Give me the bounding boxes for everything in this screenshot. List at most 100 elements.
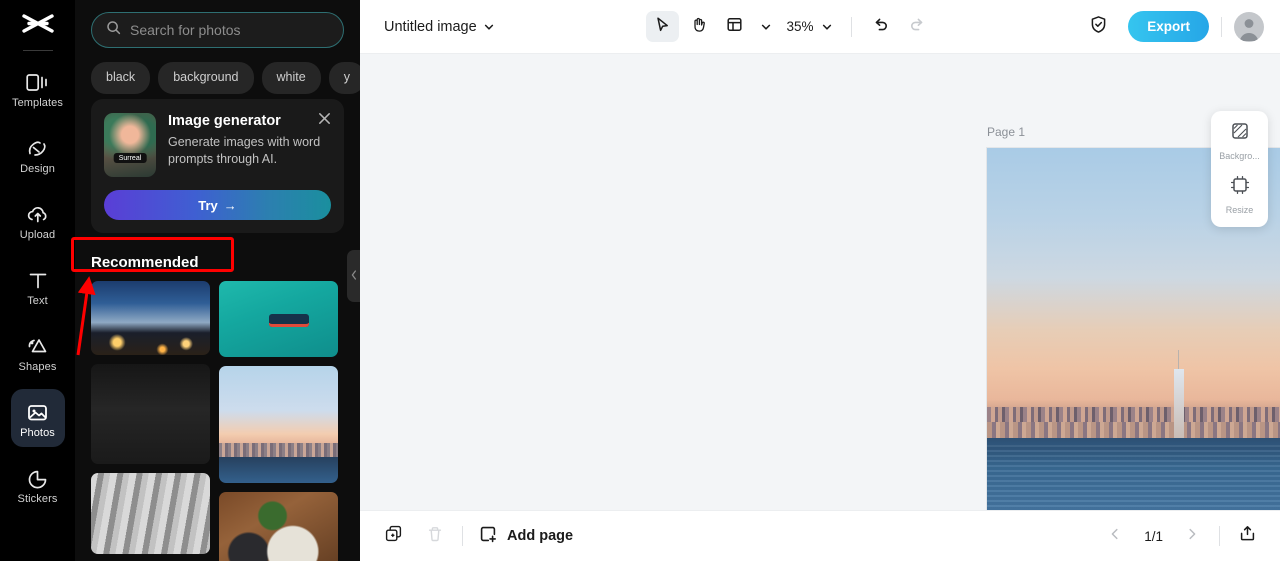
photo-thumbnail[interactable]: [91, 364, 210, 464]
select-tool-button[interactable]: [646, 11, 680, 42]
photos-panel: black background white y Surreal Image g…: [75, 0, 360, 561]
bottom-divider: [462, 526, 463, 546]
hand-icon: [690, 16, 707, 38]
toolbar-divider: [851, 16, 853, 37]
undo-button[interactable]: [864, 11, 897, 42]
stickers-icon: [26, 464, 49, 489]
photo-thumbnail[interactable]: [219, 281, 338, 357]
photo-thumbnail[interactable]: [91, 473, 210, 554]
square-plus-icon: [479, 525, 498, 548]
privacy-shield-button[interactable]: [1082, 11, 1115, 42]
sidebar-item-stickers[interactable]: Stickers: [11, 455, 65, 513]
undo-icon: [872, 15, 890, 38]
tag-chip-list[interactable]: black background white y: [75, 48, 360, 94]
background-button[interactable]: Backgro...: [1211, 121, 1268, 161]
page-indicator: 1/1: [1144, 528, 1163, 544]
resize-button[interactable]: Resize: [1211, 175, 1268, 215]
templates-icon: [26, 68, 49, 93]
chevron-right-icon: [1185, 527, 1199, 546]
document-title[interactable]: Untitled image: [384, 19, 477, 35]
search-input[interactable]: [130, 22, 329, 38]
share-button[interactable]: [1232, 521, 1262, 551]
text-icon: [27, 266, 49, 291]
shield-check-icon: [1089, 15, 1108, 39]
sidebar-item-label: Templates: [11, 96, 64, 109]
freedom-tower: [1173, 349, 1184, 438]
card-title: Image generator: [168, 113, 281, 129]
sidebar-item-label: Shapes: [18, 360, 57, 373]
zoom-chevron-down-icon[interactable]: [815, 17, 839, 37]
search-container: [75, 0, 360, 48]
tag-chip[interactable]: y: [328, 62, 360, 94]
zoom-level[interactable]: 35%: [786, 19, 813, 34]
page-label: Page 1: [987, 125, 1026, 139]
chevron-left-icon: [1108, 527, 1122, 546]
photo-thumbnail[interactable]: [219, 366, 338, 483]
floating-tool-panel: Backgro... Resize: [1211, 111, 1268, 227]
canvas-area[interactable]: Page 1 Backgro... Resize: [360, 54, 1280, 510]
layout-chevron-down-icon[interactable]: [754, 17, 778, 37]
left-sidebar: Templates Design Upload Text Shapes Phot…: [0, 0, 75, 561]
recommended-heading: Recommended: [91, 253, 199, 271]
top-toolbar: Untitled image 35% Export: [360, 0, 1280, 54]
duplicate-page-icon: [384, 524, 403, 548]
delete-page-button[interactable]: [420, 521, 450, 551]
add-page-button[interactable]: Add page: [479, 525, 573, 548]
photo-thumbnail[interactable]: [219, 492, 338, 561]
arrow-right-icon: →: [223, 197, 237, 213]
sidebar-item-design[interactable]: Design: [11, 125, 65, 183]
prev-page-button[interactable]: [1100, 521, 1130, 551]
add-page-label: Add page: [507, 528, 574, 544]
background-label: Backgro...: [1219, 151, 1260, 161]
tag-chip[interactable]: black: [91, 62, 151, 94]
chevron-down-icon[interactable]: [477, 17, 501, 37]
try-button-label: Try: [198, 197, 218, 213]
skyline-buildings-far: [987, 422, 1280, 438]
panel-collapse-handle[interactable]: [347, 250, 360, 302]
redo-button[interactable]: [900, 11, 933, 42]
water-surface: [987, 445, 1280, 510]
app-root: Templates Design Upload Text Shapes Phot…: [0, 0, 1280, 561]
sidebar-item-text[interactable]: Text: [11, 257, 65, 315]
photo-grid: [75, 273, 360, 561]
resize-icon: [1230, 175, 1250, 200]
sidebar-item-label: Photos: [20, 426, 55, 439]
sidebar-item-upload[interactable]: Upload: [11, 191, 65, 249]
image-generator-text: Image generator Generate images with wor…: [168, 113, 328, 177]
sidebar-item-shapes[interactable]: Shapes: [11, 323, 65, 381]
chevron-left-icon: [351, 267, 357, 285]
photo-grid-column-left: [91, 281, 210, 561]
export-button[interactable]: Export: [1128, 11, 1210, 42]
capcut-logo-icon[interactable]: [16, 8, 60, 44]
sidebar-item-label: Text: [27, 294, 48, 307]
photo-thumbnail[interactable]: [91, 281, 210, 355]
bottom-divider-right: [1219, 526, 1220, 546]
sidebar-item-photos[interactable]: Photos: [10, 389, 65, 447]
layout-tool-button[interactable]: [718, 11, 751, 42]
tag-chip[interactable]: white: [261, 62, 321, 94]
design-icon: [26, 134, 49, 159]
upload-cloud-icon: [26, 200, 50, 225]
sidebar-item-label: Stickers: [17, 492, 58, 505]
toolbar-divider-right: [1221, 16, 1223, 37]
resize-label: Resize: [1225, 205, 1254, 215]
next-page-button[interactable]: [1177, 521, 1207, 551]
hand-tool-button[interactable]: [682, 11, 715, 42]
export-button-label: Export: [1147, 19, 1191, 34]
duplicate-page-button[interactable]: [378, 521, 408, 551]
share-upload-icon: [1238, 524, 1257, 548]
search-icon: [106, 20, 121, 40]
layout-icon: [726, 16, 743, 38]
search-box[interactable]: [91, 12, 344, 48]
cursor-icon: [654, 16, 671, 38]
sidebar-item-templates[interactable]: Templates: [11, 59, 65, 117]
image-generator-thumbnail: Surreal: [104, 113, 156, 177]
trash-icon: [426, 525, 444, 548]
main-area: Untitled image 35% Export Page 1 Backgro…: [360, 0, 1280, 561]
sidebar-item-label: Upload: [19, 228, 56, 241]
try-button[interactable]: Try →: [104, 190, 331, 220]
image-generator-card: Surreal Image generator Generate images …: [91, 99, 344, 233]
tag-chip[interactable]: background: [158, 62, 254, 94]
avatar[interactable]: [1234, 11, 1265, 42]
close-icon[interactable]: [317, 111, 333, 127]
